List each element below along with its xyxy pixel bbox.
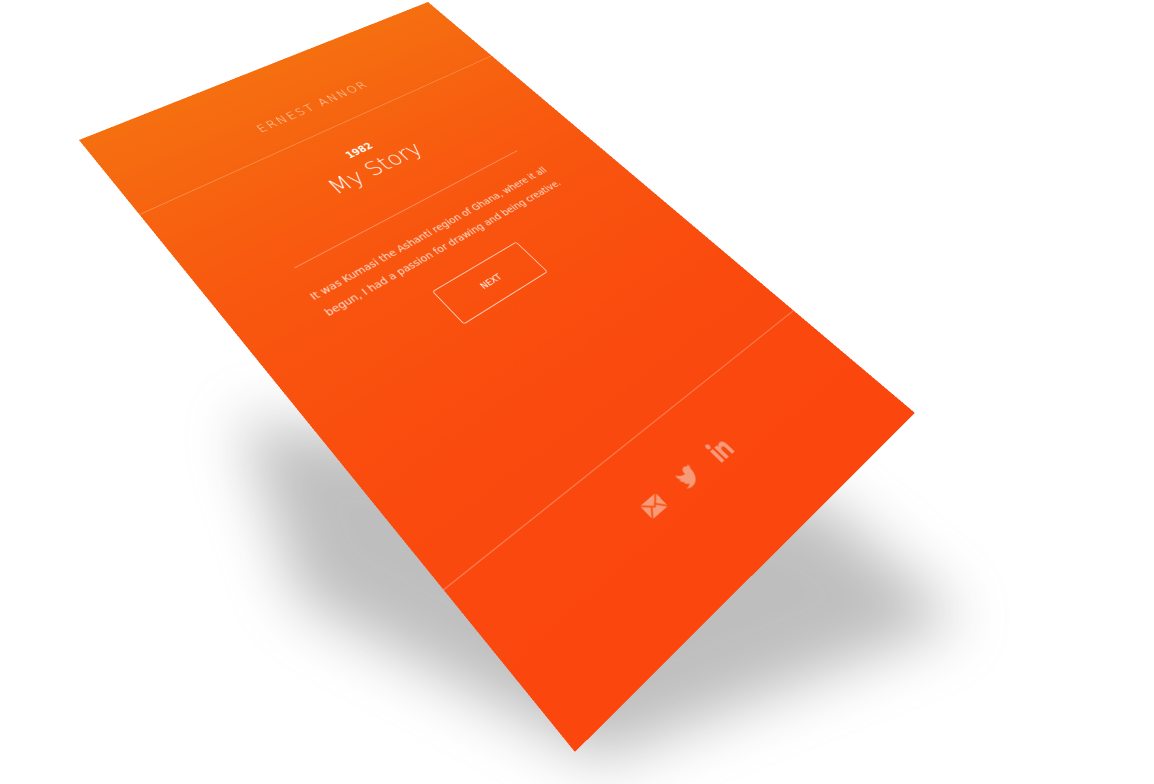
linkedin-icon[interactable] [700,431,739,467]
stage: ERNEST ANNOR 1982 My Story It was Kumasi… [0,0,1154,784]
story-title: My Story [171,83,543,275]
twitter-icon[interactable] [668,458,708,496]
mail-icon[interactable] [633,486,675,526]
